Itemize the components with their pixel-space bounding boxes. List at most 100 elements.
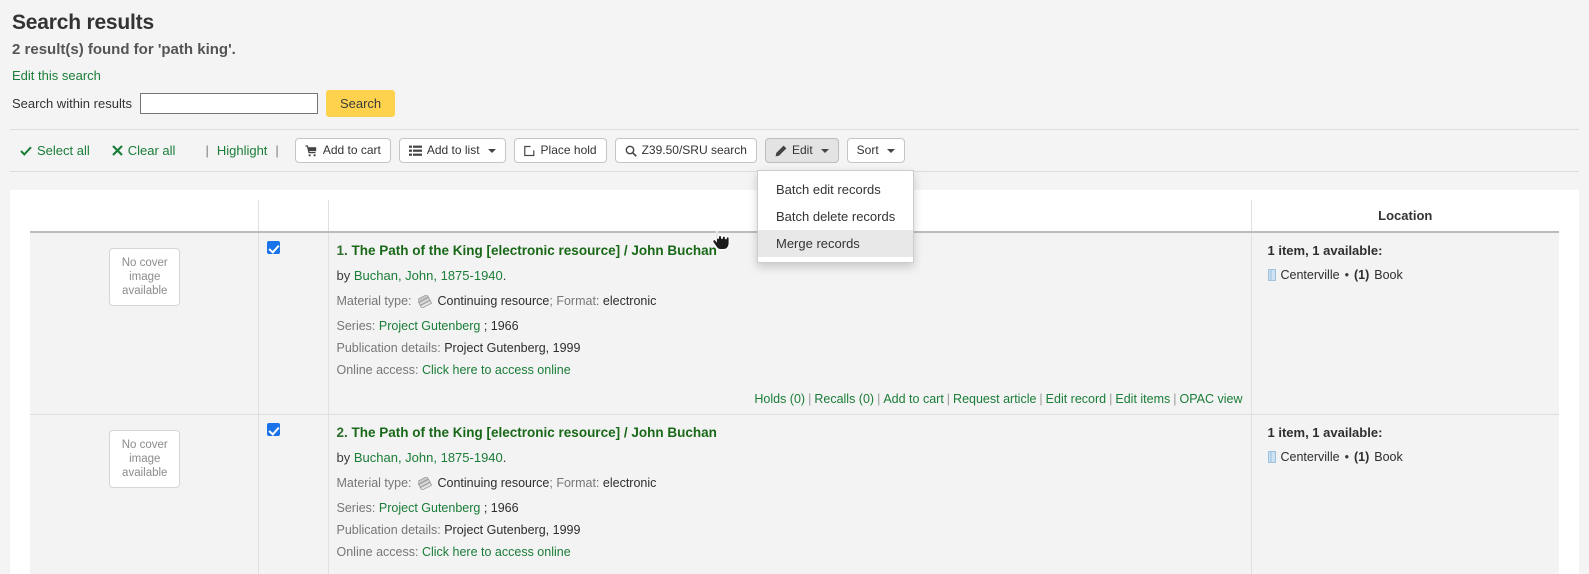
- record-publication-line: Publication details: Project Gutenberg, …: [337, 522, 1245, 538]
- column-header-cover: [30, 200, 258, 232]
- chevron-down-icon: [488, 149, 496, 153]
- record-publication-line: Publication details: Project Gutenberg, …: [337, 340, 1245, 356]
- edit-dropdown-wrapper: Edit Batch edit records Batch delete rec…: [757, 138, 839, 163]
- series-label: Series:: [337, 501, 376, 515]
- online-access-link[interactable]: Click here to access online: [422, 545, 571, 559]
- menu-item-batch-edit-records[interactable]: Batch edit records: [758, 176, 913, 203]
- no-cover-image-placeholder: No cover image available: [109, 248, 180, 306]
- series-suffix: ; 1966: [484, 319, 519, 333]
- record-author: by Buchan, John, 1875-1940.: [337, 450, 1245, 465]
- author-link[interactable]: Buchan, John, 1875-1940: [354, 450, 503, 465]
- series-label: Series:: [337, 319, 376, 333]
- edit-dropdown-label: Edit: [792, 143, 813, 158]
- series-link[interactable]: Project Gutenberg: [379, 501, 480, 515]
- by-prefix: by: [337, 268, 351, 283]
- holding-count: (1): [1354, 450, 1369, 464]
- author-link[interactable]: Buchan, John, 1875-1940: [354, 268, 503, 283]
- location-cell: 1 item, 1 available: Centerville • (1): [1251, 415, 1559, 574]
- add-to-cart-button[interactable]: Add to cart: [295, 138, 391, 163]
- menu-item-batch-delete-records[interactable]: Batch delete records: [758, 203, 913, 230]
- search-button[interactable]: Search: [326, 90, 395, 117]
- select-all-button[interactable]: Select all: [20, 143, 90, 158]
- sort-dropdown-button[interactable]: Sort: [847, 138, 905, 163]
- hold-icon: [524, 145, 536, 157]
- edit-dropdown-menu: Batch edit records Batch delete records …: [757, 170, 914, 263]
- author-suffix: .: [503, 450, 507, 465]
- action-holds[interactable]: Holds (0): [754, 392, 805, 406]
- column-header-location: Location: [1251, 200, 1559, 232]
- action-opac-view[interactable]: OPAC view: [1180, 392, 1243, 406]
- publication-details-label: Publication details:: [337, 341, 441, 355]
- no-cover-image-placeholder: No cover image available: [109, 430, 180, 488]
- book-item-icon: [1268, 451, 1276, 463]
- add-to-list-button[interactable]: Add to list: [399, 138, 506, 163]
- place-hold-button[interactable]: Place hold: [514, 138, 607, 163]
- record-material-type-line: Material type: Contin: [337, 475, 1245, 494]
- record-number: 2.: [337, 425, 348, 440]
- action-recalls[interactable]: Recalls (0): [814, 392, 874, 406]
- results-toolbar: Select all Clear all | Highlight |: [10, 129, 1579, 172]
- sort-dropdown-label: Sort: [857, 143, 879, 158]
- holding-bullet: •: [1345, 268, 1349, 282]
- continuing-resource-icon: [418, 477, 432, 494]
- material-type-label: Material type:: [337, 476, 412, 490]
- row-checkbox[interactable]: [267, 423, 280, 436]
- highlight-toggle[interactable]: Highlight: [217, 143, 268, 158]
- holding-itemtype: Book: [1374, 268, 1403, 282]
- record-series-line: Series: Project Gutenberg ; 1966: [337, 500, 1245, 516]
- row-select-cell: [258, 415, 328, 574]
- format-label: Format:: [556, 294, 599, 308]
- add-to-list-label: Add to list: [427, 143, 480, 158]
- results-table-body: No cover image available 1. The Path of …: [30, 232, 1559, 574]
- holding-item: Centerville • (1) Book: [1268, 450, 1554, 464]
- search-icon: [625, 145, 637, 157]
- clear-all-button[interactable]: Clear all: [112, 143, 176, 158]
- availability-summary: 1 item, 1 available:: [1268, 243, 1554, 258]
- location-cell: 1 item, 1 available: Centerville • (1): [1251, 232, 1559, 415]
- pencil-icon: [775, 145, 787, 157]
- availability-summary: 1 item, 1 available:: [1268, 425, 1554, 440]
- record-online-access-line: Online access: Click here to access onli…: [337, 362, 1245, 378]
- row-checkbox[interactable]: [267, 241, 280, 254]
- menu-item-merge-records[interactable]: Merge records: [758, 230, 913, 257]
- record-title-link[interactable]: The Path of the King [electronic resourc…: [352, 243, 717, 258]
- series-suffix: ; 1966: [484, 501, 519, 515]
- holding-count: (1): [1354, 268, 1369, 282]
- page-header: Search results 2 result(s) found for 'pa…: [0, 0, 1589, 117]
- z3950-sru-search-button[interactable]: Z39.50/SRU search: [615, 138, 757, 163]
- record-material-type-line: Material type: Contin: [337, 293, 1245, 312]
- action-request-article[interactable]: Request article: [953, 392, 1036, 406]
- author-suffix: .: [503, 268, 507, 283]
- record-info-cell: 2. The Path of the King [electronic reso…: [328, 415, 1251, 574]
- continuing-resource-icon: [418, 295, 432, 312]
- edit-dropdown-button[interactable]: Edit: [765, 138, 839, 163]
- clear-all-label: Clear all: [128, 143, 176, 158]
- holding-itemtype: Book: [1374, 450, 1403, 464]
- action-add-to-cart[interactable]: Add to cart: [883, 392, 943, 406]
- add-to-cart-label: Add to cart: [323, 143, 381, 158]
- record-actions: Holds (0)|Recalls (0)|Add to cart|Reques…: [337, 392, 1245, 406]
- action-edit-record[interactable]: Edit record: [1046, 392, 1106, 406]
- action-edit-items[interactable]: Edit items: [1115, 392, 1170, 406]
- series-link[interactable]: Project Gutenberg: [379, 319, 480, 333]
- online-access-label: Online access:: [337, 545, 419, 559]
- publication-details-value: Project Gutenberg, 1999: [444, 341, 580, 355]
- cover-cell: No cover image available: [30, 415, 258, 574]
- row-select-cell: [258, 232, 328, 415]
- book-item-icon: [1268, 269, 1276, 281]
- search-within-input[interactable]: [140, 93, 318, 114]
- material-type-label: Material type:: [337, 294, 412, 308]
- place-hold-label: Place hold: [541, 143, 597, 158]
- online-access-link[interactable]: Click here to access online: [422, 363, 571, 377]
- record-title-link[interactable]: The Path of the King [electronic resourc…: [352, 425, 717, 440]
- material-type-value: Continuing resource: [438, 476, 550, 490]
- format-value: electronic: [603, 294, 657, 308]
- search-results-page: Search results 2 result(s) found for 'pa…: [0, 0, 1589, 574]
- table-row: No cover image available 2. The Path of …: [30, 415, 1559, 574]
- edit-this-search-link[interactable]: Edit this search: [12, 68, 101, 83]
- material-type-value: Continuing resource: [438, 294, 550, 308]
- holding-branch: Centerville: [1281, 450, 1340, 464]
- page-title: Search results: [12, 11, 1589, 35]
- check-icon: [20, 145, 32, 157]
- format-label: Format:: [556, 476, 599, 490]
